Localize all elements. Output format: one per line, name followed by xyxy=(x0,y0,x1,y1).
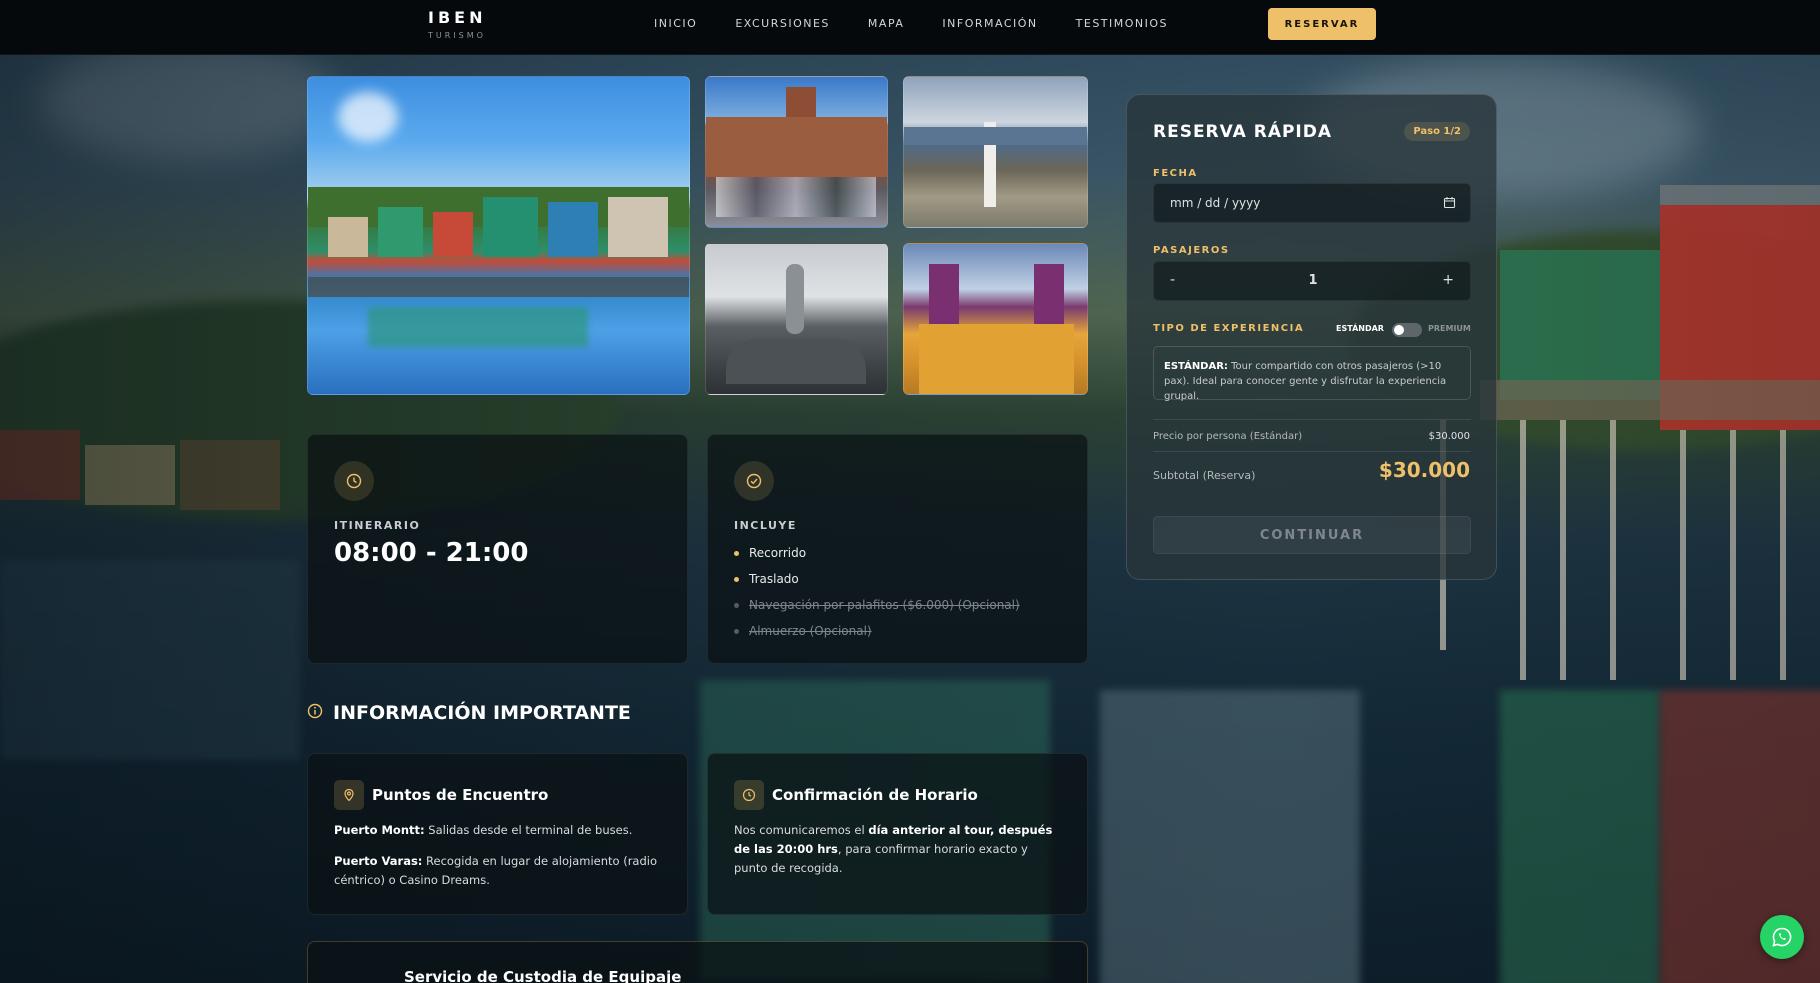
list-item: Traslado xyxy=(734,572,1020,586)
nav-mapa[interactable]: MAPA xyxy=(868,17,904,30)
quick-booking-panel: RESERVA RÁPIDA Paso 1/2 FECHA mm / dd / … xyxy=(1126,94,1497,580)
experience-description: ESTÁNDAR: Tour compartido con otros pasa… xyxy=(1153,346,1471,402)
schedule-confirmation-card: Confirmación de Horario Nos comunicaremo… xyxy=(707,753,1088,915)
gallery-photo-church[interactable] xyxy=(903,243,1088,395)
luggage-service-card: Servicio de Custodia de Equipaje xyxy=(307,941,1088,983)
subtotal-label: Subtotal (Reserva) xyxy=(1153,469,1256,482)
schedule-confirmation-title: Confirmación de Horario xyxy=(772,786,978,804)
step-badge: Paso 1/2 xyxy=(1404,122,1470,141)
schedule-confirmation-text: Nos comunicaremos el día anterior al tou… xyxy=(734,823,1053,875)
divider xyxy=(1153,419,1471,420)
increment-button[interactable]: + xyxy=(1442,272,1454,288)
date-input[interactable]: mm / dd / yyyy xyxy=(1153,183,1471,223)
experience-label: TIPO DE EXPERIENCIA xyxy=(1153,323,1305,334)
itinerary-card: ITINERARIO 08:00 - 21:00 xyxy=(307,434,688,664)
nav-inicio[interactable]: INICIO xyxy=(654,17,697,30)
meeting-point-puerto-varas: Puerto Varas: Recogida en lugar de aloja… xyxy=(334,854,658,887)
passengers-value[interactable]: 1 xyxy=(1154,273,1472,288)
toggle-label-standard: ESTÁNDAR xyxy=(1336,324,1384,333)
booking-title: RESERVA RÁPIDA xyxy=(1153,122,1333,142)
list-item: Almuerzo (Opcional) xyxy=(734,624,1020,638)
calendar-icon[interactable] xyxy=(1443,196,1456,212)
price-per-person-label: Precio por persona (Estándar) xyxy=(1153,431,1303,442)
nav-excursiones[interactable]: EXCURSIONES xyxy=(735,17,830,30)
list-item: Navegación por palafitos ($6.000) (Opcio… xyxy=(734,598,1020,612)
luggage-service-title: Servicio de Custodia de Equipaje xyxy=(404,968,682,983)
clock-icon xyxy=(734,780,764,810)
reservar-button[interactable]: RESERVAR xyxy=(1268,8,1376,40)
check-circle-icon xyxy=(734,461,774,501)
passengers-label: PASAJEROS xyxy=(1153,245,1230,256)
info-icon xyxy=(307,703,323,723)
brand-tagline: TURISMO xyxy=(428,31,486,40)
gallery-photo-monument[interactable] xyxy=(903,76,1088,228)
brand-logo[interactable]: IBEN TURISMO xyxy=(428,8,486,40)
date-placeholder: mm / dd / yyyy xyxy=(1170,196,1261,210)
clock-icon xyxy=(334,461,374,501)
nav-testimonios[interactable]: TESTIMONIOS xyxy=(1076,17,1168,30)
includes-label: INCLUYE xyxy=(734,519,797,532)
important-info-title: INFORMACIÓN IMPORTANTE xyxy=(333,702,631,724)
includes-card: INCLUYE Recorrido Traslado Navegación po… xyxy=(707,434,1088,664)
includes-list: Recorrido Traslado Navegación por palafi… xyxy=(734,546,1020,650)
map-pin-icon xyxy=(334,780,364,810)
brand-name: IBEN xyxy=(428,8,487,27)
toggle-label-premium: PREMIUM xyxy=(1428,324,1471,333)
continue-button[interactable]: CONTINUAR xyxy=(1153,516,1471,554)
gallery-main-photo[interactable] xyxy=(307,76,690,395)
itinerary-time: 08:00 - 21:00 xyxy=(334,538,529,568)
whatsapp-icon[interactable] xyxy=(1760,915,1804,959)
list-item: Recorrido xyxy=(734,546,1020,560)
itinerary-label: ITINERARIO xyxy=(334,519,421,532)
date-label: FECHA xyxy=(1153,168,1198,179)
meeting-point-puerto-montt: Puerto Montt: Salidas desde el terminal … xyxy=(334,823,633,837)
nav-informacion[interactable]: INFORMACIÓN xyxy=(942,17,1037,30)
passengers-stepper: - 1 + xyxy=(1153,261,1471,301)
meeting-points-card: Puntos de Encuentro Puerto Montt: Salida… xyxy=(307,753,688,915)
subtotal-value: $30.000 xyxy=(1378,458,1470,482)
important-info-heading: INFORMACIÓN IMPORTANTE xyxy=(307,702,631,724)
gallery-photo-market[interactable] xyxy=(705,76,888,228)
experience-toggle[interactable] xyxy=(1392,323,1422,337)
divider xyxy=(1153,451,1471,452)
price-per-person-value: $30.000 xyxy=(1428,431,1470,442)
gallery-photo-statue[interactable] xyxy=(705,243,888,395)
meeting-points-title: Puntos de Encuentro xyxy=(372,786,549,804)
main-nav: INICIO EXCURSIONES MAPA INFORMACIÓN TEST… xyxy=(654,17,1206,30)
top-navbar: IBEN TURISMO INICIO EXCURSIONES MAPA INF… xyxy=(0,0,1820,55)
